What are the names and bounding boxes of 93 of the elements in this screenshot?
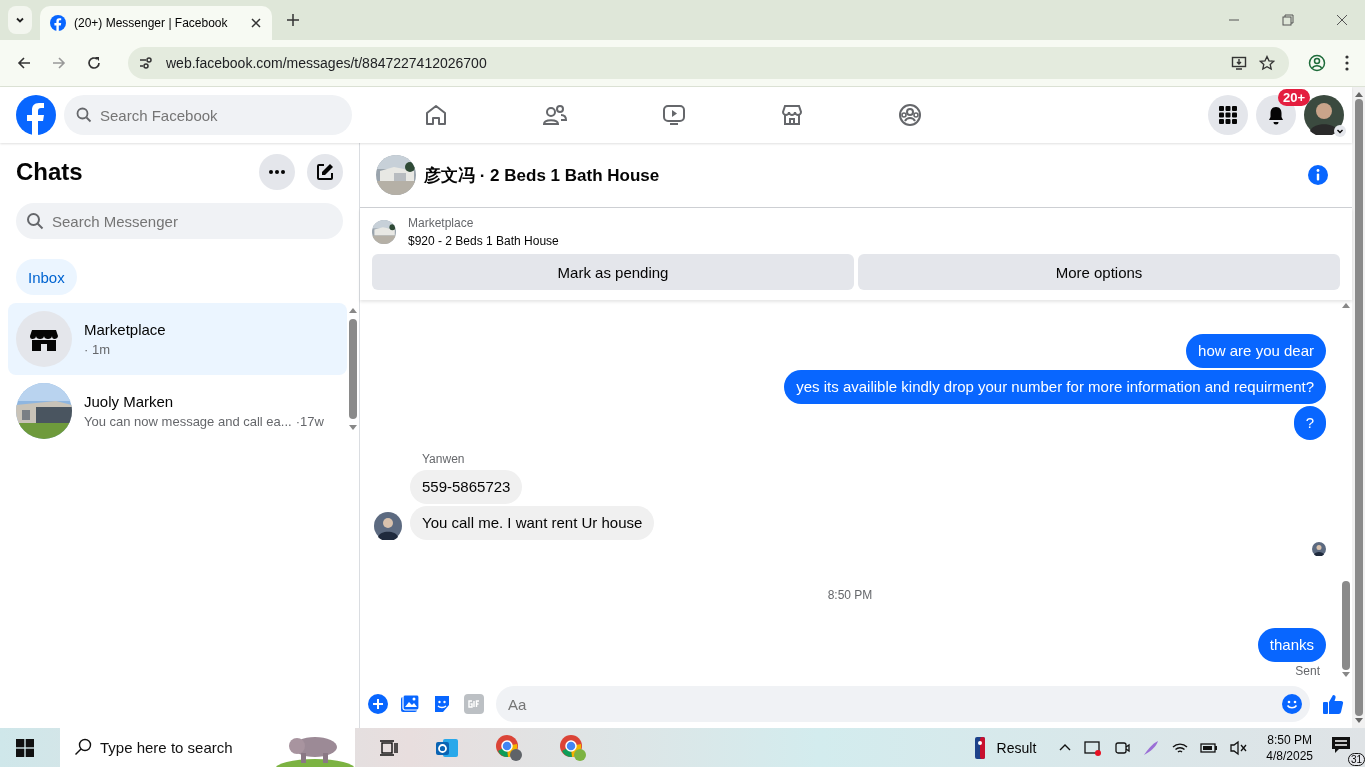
home-icon[interactable] — [424, 103, 448, 127]
more-button[interactable] — [259, 154, 295, 190]
profile-icon[interactable] — [1308, 54, 1326, 72]
store-icon — [16, 311, 72, 367]
browser-app-icon[interactable] — [495, 733, 523, 762]
action-button[interactable]: More options — [858, 254, 1340, 290]
new-message-button[interactable] — [307, 154, 343, 190]
received-message: 559-5865723 — [410, 470, 523, 504]
browser-tab[interactable]: (20+) Messenger | Facebook — [40, 6, 272, 40]
muted-speaker-icon[interactable] — [1230, 739, 1249, 756]
conversation-title: 彦文冯 · 2 Beds 1 Bath House — [424, 164, 660, 187]
emoji-icon[interactable] — [1282, 694, 1302, 714]
scrollbar-thumb[interactable] — [1342, 580, 1350, 670]
scroll-down-icon[interactable] — [1342, 672, 1350, 678]
install-icon[interactable] — [1231, 55, 1247, 71]
battery-icon[interactable] — [1200, 740, 1219, 755]
sent-message: thanks — [1257, 628, 1326, 662]
friends-icon[interactable] — [542, 103, 568, 127]
scrollbar[interactable] — [347, 307, 359, 431]
menu-icon[interactable] — [1345, 55, 1349, 71]
scroll-up-icon[interactable] — [349, 307, 357, 313]
chat-name: Marketplace — [84, 321, 166, 338]
search-icon — [76, 107, 92, 123]
message-preview: You can now message and call ea... — [84, 414, 292, 429]
notification-count: 31 — [1347, 752, 1365, 766]
message-time: · 1m — [84, 342, 110, 357]
windows-start-icon[interactable] — [16, 738, 34, 757]
browser-app-icon[interactable] — [559, 733, 587, 762]
message-time: ·17w — [295, 414, 324, 429]
forward-icon[interactable] — [51, 55, 67, 71]
tab-title: (20+) Messenger | Facebook — [74, 16, 229, 30]
close-icon[interactable] — [250, 17, 262, 29]
site-settings-icon[interactable] — [138, 55, 154, 71]
sent-message: how are you dear — [1186, 334, 1326, 368]
message-field[interactable]: Aa — [496, 686, 1310, 722]
listing-label: Marketplace — [408, 216, 475, 230]
scroll-down-icon[interactable] — [1354, 718, 1363, 724]
plus-icon[interactable] — [368, 694, 388, 714]
store-icon[interactable] — [780, 103, 804, 127]
chat-name: Juoly Marken — [84, 393, 175, 410]
apps-menu-button[interactable] — [1208, 95, 1248, 135]
inbox-tab[interactable]: Inbox — [16, 259, 77, 295]
notification-badge: 20+ — [1277, 89, 1310, 106]
back-icon[interactable] — [16, 55, 32, 71]
url-text: web.facebook.com/messages/t/8847227412026700 — [166, 55, 487, 71]
groups-icon[interactable] — [898, 103, 922, 127]
restore-icon[interactable] — [1282, 14, 1294, 26]
close-icon[interactable] — [1336, 14, 1348, 26]
compose-icon — [316, 163, 334, 181]
meet-now-icon[interactable] — [1084, 738, 1103, 757]
video-icon[interactable] — [662, 103, 686, 127]
thumbs-up-icon[interactable] — [1322, 693, 1344, 715]
chat-item[interactable]: Juoly Marken You can now message and call ea... ·17w — [8, 375, 347, 447]
reload-icon[interactable] — [86, 55, 102, 71]
bell-icon — [1266, 105, 1286, 125]
facebook-logo-icon — [50, 15, 66, 31]
chats-title: Chats — [16, 158, 83, 186]
clock[interactable]: 8:50 PM 4/8/2025 — [1260, 732, 1319, 763]
scroll-up-icon[interactable] — [1354, 91, 1363, 97]
search-field[interactable]: Search Facebook — [64, 95, 352, 135]
timestamp: 8:50 PM — [827, 588, 873, 602]
facebook-logo-icon[interactable] — [16, 95, 56, 135]
grid-icon — [1218, 105, 1238, 125]
info-icon[interactable] — [1308, 165, 1328, 185]
search-icon — [74, 738, 92, 756]
search-icon — [26, 212, 44, 230]
action-button[interactable]: Mark as pending — [372, 254, 854, 290]
listing-title: $920 - 2 Beds 1 Bath House — [408, 234, 559, 248]
sports-logo-icon[interactable] — [974, 736, 985, 759]
seen-avatar-icon — [1312, 542, 1326, 556]
pen-icon[interactable] — [1142, 738, 1161, 757]
image-icon[interactable] — [400, 694, 420, 714]
delivery-status: Sent — [1295, 664, 1321, 678]
scroll-down-icon[interactable] — [349, 425, 357, 431]
sent-message: yes its availible kindly drop your number for more information and requirment? — [784, 370, 1326, 404]
address-bar[interactable]: web.facebook.com/messages/t/8847227412026700 — [128, 47, 1289, 79]
notification-center-icon[interactable] — [1331, 735, 1351, 754]
caret-icon[interactable] — [1334, 125, 1346, 137]
chat-item[interactable]: Marketplace · 1m — [8, 303, 347, 375]
bookmark-star-icon[interactable] — [1259, 55, 1275, 71]
received-message: You call me. I want rent Ur house — [410, 506, 655, 540]
sender-name: Yanwen — [422, 452, 465, 466]
more-icon — [269, 170, 285, 174]
sticker-icon[interactable] — [432, 694, 452, 714]
new-tab-icon[interactable] — [286, 13, 300, 27]
scroll-up-icon[interactable] — [1342, 302, 1350, 308]
avatar-icon — [374, 512, 402, 540]
news-widget[interactable]: Result — [996, 739, 1037, 756]
task-view-icon[interactable] — [379, 737, 399, 758]
avatar-icon[interactable] — [1304, 95, 1344, 135]
scrollbar[interactable] — [1352, 87, 1365, 728]
sent-message: ? — [1293, 406, 1326, 440]
search-field[interactable]: Search Messenger — [16, 203, 343, 239]
